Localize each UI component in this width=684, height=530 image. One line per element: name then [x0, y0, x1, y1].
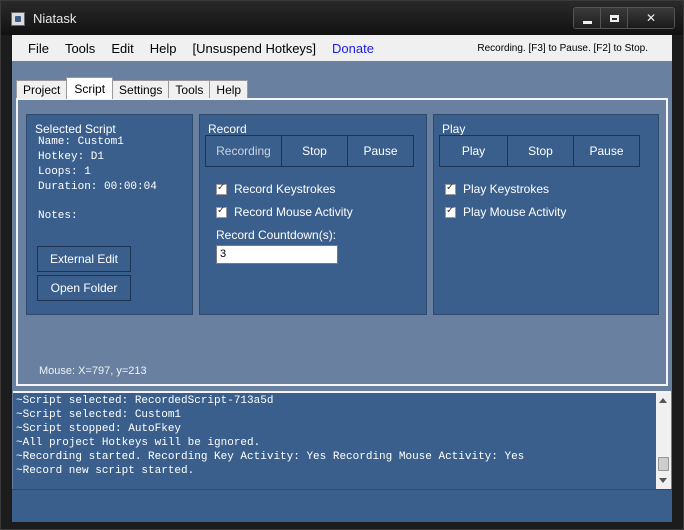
window-title: Niatask — [33, 11, 77, 26]
app-window: Niatask ✕ File Tools Edit Help [Unsuspen… — [0, 0, 684, 530]
script-name: Name: Custom1 — [38, 136, 124, 148]
recording-button[interactable]: Recording — [205, 135, 282, 167]
log-line: ~All project Hotkeys will be ignored. — [16, 437, 261, 449]
record-button-bar: Recording Stop Pause — [205, 135, 414, 167]
record-keystrokes-option[interactable]: Record Keystrokes — [216, 182, 335, 196]
play-keystrokes-checkbox[interactable] — [445, 182, 456, 195]
menu-bar: File Tools Edit Help [Unsuspend Hotkeys]… — [12, 35, 672, 61]
play-mouse-checkbox[interactable] — [445, 205, 456, 218]
tab-settings[interactable]: Settings — [112, 80, 170, 99]
play-mouse-option[interactable]: Play Mouse Activity — [445, 205, 566, 219]
script-notes: Notes: — [38, 210, 78, 222]
title-bar[interactable]: Niatask ✕ — [1, 1, 683, 35]
play-keystrokes-option[interactable]: Play Keystrokes — [445, 182, 549, 196]
script-hotkey: Hotkey: D1 — [38, 151, 105, 163]
log-line: ~Script stopped: AutoFkey — [16, 423, 182, 435]
scroll-up-icon[interactable] — [659, 398, 667, 403]
app-icon — [11, 12, 25, 26]
record-mouse-option[interactable]: Record Mouse Activity — [216, 205, 353, 219]
tab-strip: Project Script Settings Tools Help — [16, 77, 249, 99]
maximize-button[interactable] — [601, 8, 628, 28]
play-stop-button[interactable]: Stop — [507, 135, 574, 167]
tab-tools[interactable]: Tools — [168, 80, 211, 99]
record-stop-button[interactable]: Stop — [281, 135, 348, 167]
script-duration: Duration: 00:00:04 — [38, 181, 157, 193]
minimize-button[interactable] — [574, 8, 601, 28]
scroll-down-icon[interactable] — [659, 478, 667, 483]
record-keystrokes-label: Record Keystrokes — [234, 182, 336, 196]
selected-script-group: Selected Script Name: Custom1 Hotkey: D1… — [26, 114, 193, 315]
menu-edit[interactable]: Edit — [103, 41, 141, 56]
menu-donate[interactable]: Donate — [324, 41, 382, 56]
play-button[interactable]: Play — [439, 135, 508, 167]
record-countdown-input[interactable]: 3 — [216, 245, 338, 264]
status-bar — [12, 489, 672, 522]
tab-help[interactable]: Help — [209, 80, 249, 99]
selected-script-title: Selected Script — [35, 122, 116, 136]
play-mouse-label: Play Mouse Activity — [463, 205, 567, 219]
play-title: Play — [442, 122, 466, 136]
menu-file[interactable]: File — [12, 41, 57, 56]
recording-status: Recording. [F3] to Pause. [F2] to Stop. — [477, 42, 648, 54]
activity-log[interactable]: ~Script selected: RecordedScript-713a5d … — [13, 391, 671, 489]
script-tab-page: Selected Script Name: Custom1 Hotkey: D1… — [16, 98, 668, 386]
log-line: ~Recording started. Recording Key Activi… — [16, 451, 525, 463]
external-edit-button[interactable]: External Edit — [37, 246, 131, 272]
open-folder-button[interactable]: Open Folder — [37, 275, 131, 301]
scroll-thumb[interactable] — [658, 457, 669, 471]
record-pause-button[interactable]: Pause — [347, 135, 414, 167]
close-icon: ✕ — [645, 11, 657, 25]
record-title: Record — [208, 122, 247, 136]
script-loops: Loops: 1 — [38, 166, 91, 178]
menu-help[interactable]: Help — [142, 41, 185, 56]
log-line: ~Record new script started. — [16, 465, 195, 477]
record-group: Record Recording Stop Pause Record Keyst… — [199, 114, 427, 315]
client-area: Project Script Settings Tools Help Selec… — [12, 61, 672, 489]
log-line: ~Script selected: Custom1 — [16, 409, 182, 421]
tab-script[interactable]: Script — [66, 77, 114, 99]
close-button[interactable]: ✕ — [628, 8, 674, 28]
maximize-icon — [609, 14, 619, 22]
log-line: ~Script selected: RecordedScript-713a5d — [16, 395, 274, 407]
mouse-position-readout: Mouse: X=797, y=213 — [39, 365, 147, 377]
record-countdown-label: Record Countdown(s): — [216, 228, 337, 242]
play-pause-button[interactable]: Pause — [573, 135, 640, 167]
menu-tools[interactable]: Tools — [57, 41, 103, 56]
menu-unsuspend-hotkeys[interactable]: [Unsuspend Hotkeys] — [184, 41, 324, 56]
record-mouse-checkbox[interactable] — [216, 205, 227, 218]
log-scrollbar[interactable] — [656, 393, 671, 489]
play-button-bar: Play Stop Pause — [439, 135, 640, 167]
minimize-icon — [582, 20, 592, 24]
play-group: Play Play Stop Pause Play Keystrokes Pla… — [433, 114, 659, 315]
play-keystrokes-label: Play Keystrokes — [463, 182, 550, 196]
record-mouse-label: Record Mouse Activity — [234, 205, 353, 219]
window-controls: ✕ — [573, 7, 675, 29]
tab-project[interactable]: Project — [16, 80, 68, 99]
log-lines: ~Script selected: RecordedScript-713a5d … — [16, 394, 656, 478]
record-keystrokes-checkbox[interactable] — [216, 182, 227, 195]
